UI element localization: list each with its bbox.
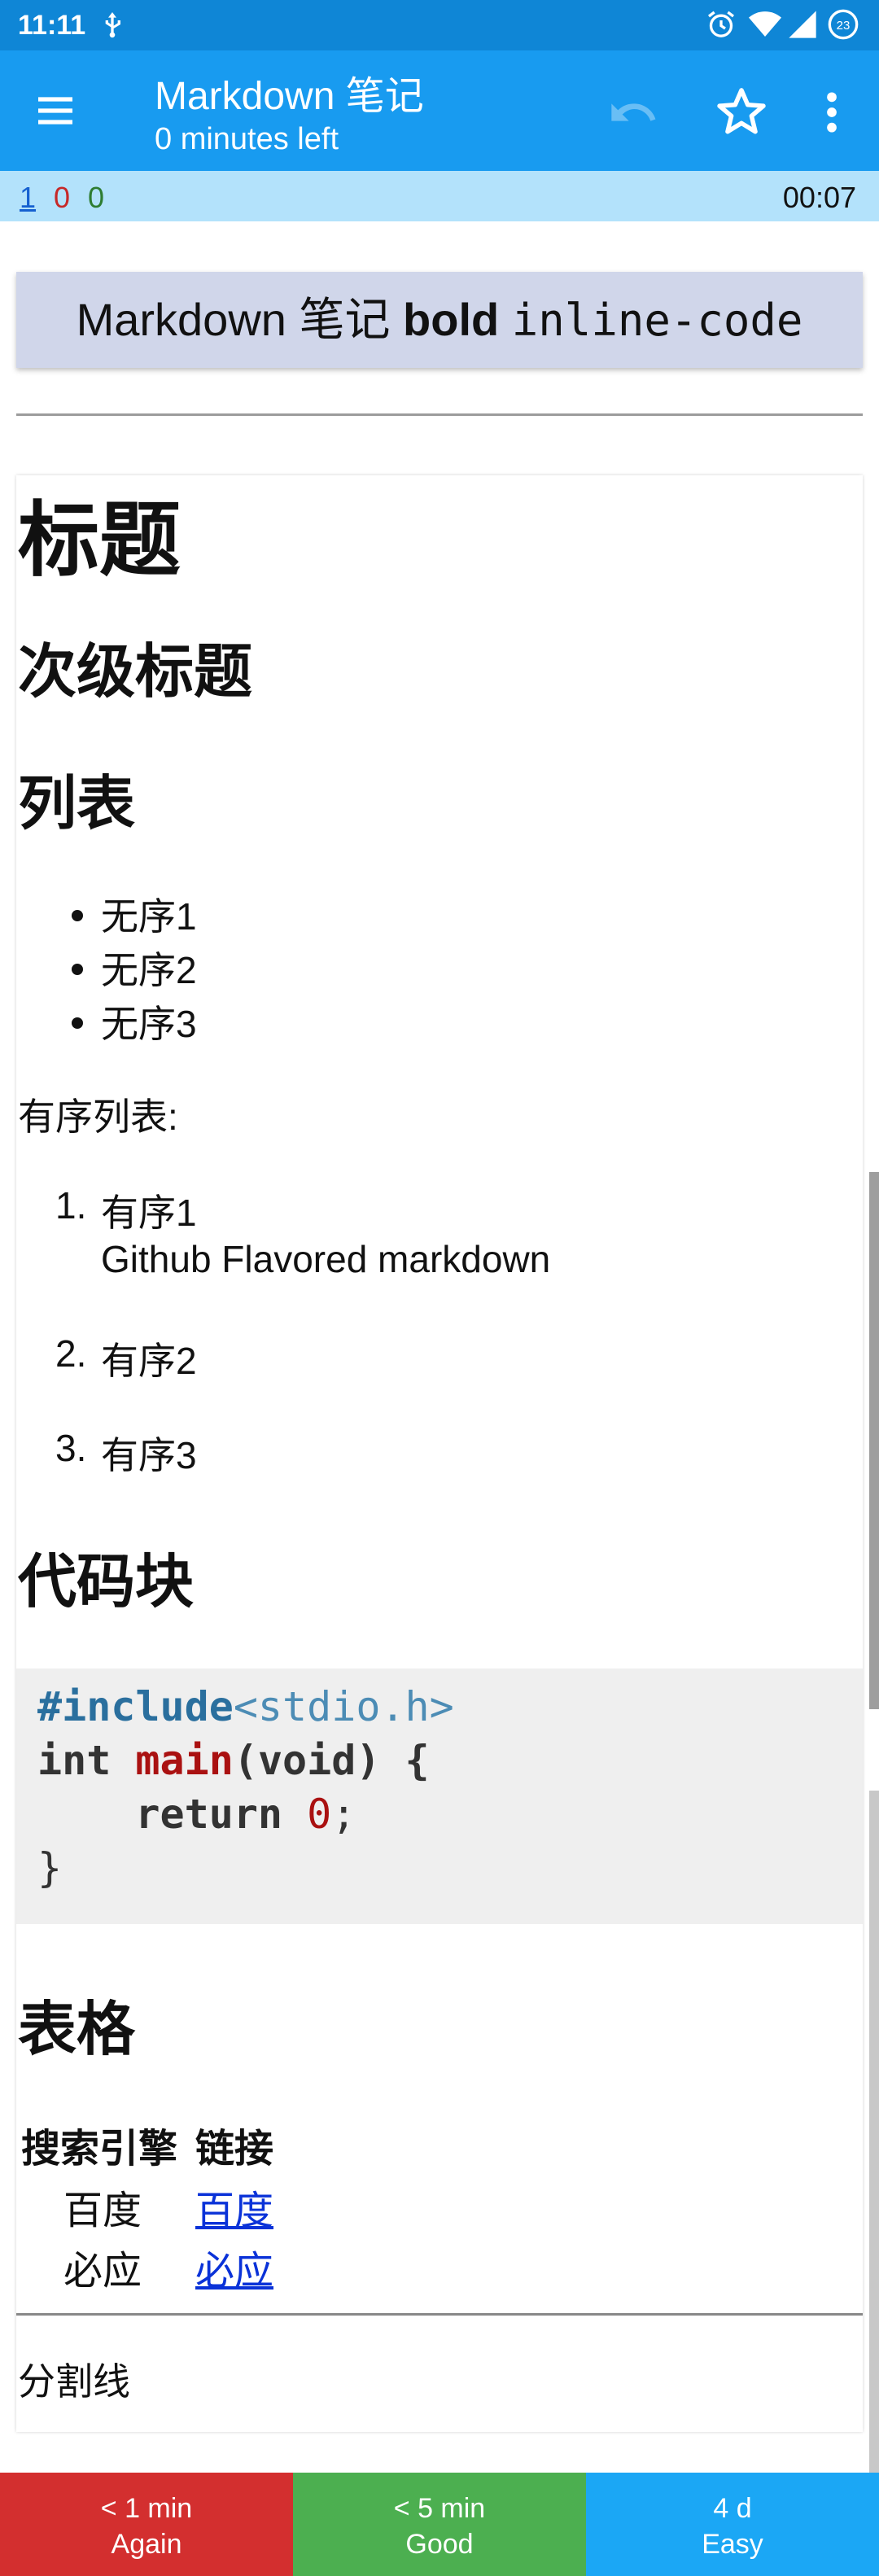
star-icon[interactable]: [715, 85, 768, 138]
again-button[interactable]: < 1 min Again: [0, 2473, 293, 2576]
table-cell: 必应: [195, 2238, 273, 2295]
code-block: #include<stdio.h> int main(void) { retur…: [16, 1668, 863, 1924]
cell-signal-icon: [789, 11, 816, 38]
ordered-num: 3.: [55, 1427, 87, 1469]
heading-subtitle: 次级标题: [18, 637, 253, 706]
divider-label: 分割线: [18, 2360, 130, 2403]
code-line: return 0;: [37, 1791, 356, 1838]
question-text: Markdown 笔记: [76, 294, 404, 345]
scrollbar-thumb[interactable]: [869, 1172, 879, 1709]
bullet: [72, 910, 83, 921]
status-time: 11:11: [18, 10, 86, 41]
easy-label: Easy: [702, 2529, 763, 2560]
easy-interval: 4 d: [713, 2493, 752, 2524]
good-label: Good: [405, 2529, 474, 2560]
horizontal-rule: [16, 2313, 863, 2316]
list-item-extra: Github Flavored markdown: [101, 1238, 551, 1280]
heading-table: 表格: [18, 1995, 136, 2063]
list-item: 无序2: [101, 949, 197, 991]
review-count: 0: [88, 181, 105, 214]
ordered-num: 1.: [55, 1184, 87, 1227]
learning-count: 0: [54, 181, 71, 214]
scrollbar-track: [869, 1791, 879, 2473]
svg-text:23: 23: [837, 19, 851, 33]
new-count: 1: [20, 181, 37, 214]
card-timer: 00:07: [782, 181, 856, 214]
again-interval: < 1 min: [100, 2493, 193, 2524]
table-cell: 百度: [195, 2178, 273, 2235]
table-header: 链接: [195, 2128, 274, 2171]
code-line: int main(void) {: [37, 1737, 430, 1784]
list-item: 无序1: [101, 895, 197, 938]
bullet: [72, 1017, 83, 1029]
card-counts-bar: 1 0 0 00:07: [0, 171, 879, 221]
ordered-num: 2.: [55, 1332, 87, 1375]
list-item: 有序1: [101, 1192, 197, 1234]
heading-code: 代码块: [18, 1547, 195, 1616]
question-bold: bold: [403, 294, 500, 345]
bullet: [72, 964, 83, 975]
answer-field: 标题 次级标题 列表 无序1 无序2 无序3 有序列表: 1. 有序1 Gith…: [16, 475, 863, 2432]
question-field: Markdown 笔记 bold inline-code: [16, 272, 863, 368]
menu-icon[interactable]: [33, 88, 78, 133]
good-button[interactable]: < 5 min Good: [293, 2473, 586, 2576]
code-line: #include<stdio.h>: [37, 1683, 454, 1730]
question-inline-code: inline-code: [511, 295, 803, 346]
more-options-icon[interactable]: [816, 86, 848, 138]
link-bing[interactable]: 必应: [195, 2250, 273, 2293]
good-interval: < 5 min: [393, 2493, 486, 2524]
question-answer-divider: [16, 413, 863, 416]
undo-icon[interactable]: [607, 86, 659, 138]
list-item: 有序3: [101, 1434, 197, 1476]
code-line: }: [37, 1844, 63, 1892]
table-cell: 必应: [63, 2250, 142, 2293]
status-bar: 11:11 23: [0, 0, 879, 50]
table-header: 搜索引擎: [21, 2128, 178, 2171]
list-item: 无序3: [101, 1003, 197, 1045]
table-cell: 百度: [63, 2189, 142, 2233]
list-item: 有序2: [101, 1340, 197, 1382]
wifi-icon: [749, 11, 781, 37]
app-toolbar: Markdown 笔记 0 minutes left: [0, 50, 879, 171]
heading-1: 标题: [18, 492, 181, 588]
time-left: 0 minutes left: [155, 122, 339, 156]
again-label: Again: [111, 2529, 182, 2560]
easy-button[interactable]: 4 d Easy: [586, 2473, 879, 2576]
answer-buttons: < 1 min Again < 5 min Good 4 d Easy: [0, 2473, 879, 2576]
battery-icon: 23: [828, 9, 859, 40]
link-baidu[interactable]: 百度: [195, 2189, 273, 2233]
heading-list: 列表: [18, 769, 136, 838]
ordered-list-label: 有序列表:: [18, 1096, 178, 1138]
usb-debug-icon: [105, 12, 120, 38]
deck-title: Markdown 笔记: [155, 75, 424, 118]
card-content[interactable]: Markdown 笔记 bold inline-code 标题 次级标题 列表 …: [0, 221, 879, 2473]
alarm-icon: [708, 11, 734, 37]
